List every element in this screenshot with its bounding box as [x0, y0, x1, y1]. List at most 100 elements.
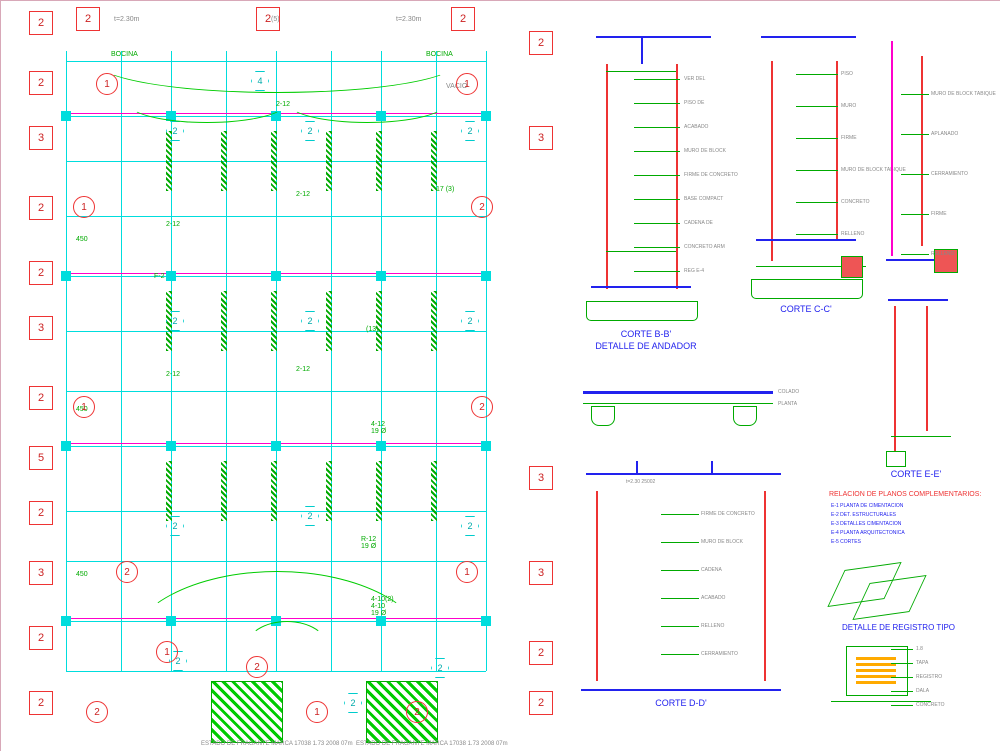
dim-top-r: t=2.30m [396, 16, 422, 23]
detail-note: MURO [841, 103, 856, 110]
leader-line [796, 170, 838, 171]
dim-label: 450 [76, 571, 88, 578]
leader-line [796, 74, 838, 75]
hex-callout: 2 [461, 121, 479, 141]
circle-callout: 1 [156, 641, 178, 663]
hex-callout: 2 [461, 516, 479, 536]
circle-callout: 1 [456, 561, 478, 583]
callout-box: 2 [256, 7, 280, 31]
detail-note: MURO DE BLOCK [684, 148, 726, 155]
leader-line [891, 677, 913, 678]
leader-line [661, 570, 699, 571]
dd-dim: t=2.30 25002 [626, 479, 655, 486]
detail-note: CONCRETO [916, 702, 945, 709]
detail-note: PISO DE [684, 100, 704, 107]
circle-callout: 2 [86, 701, 108, 723]
plan-view: t=2.30m (5) t=2.30m BOCINA BOCINA VACIO … [66, 21, 486, 721]
relacion-item: E-1 PLANTA DE CIMENTACION [831, 503, 903, 510]
detail-registro: DETALLE DE REGISTRO TIPO 1.8TAPAREGISTRO… [806, 561, 991, 736]
circle-callout: 1 [73, 196, 95, 218]
detail-note: TAPA [916, 660, 928, 667]
ftg-note-r: ESTADO DE FRAGANTE MARCA 17038 1.73 2008… [356, 741, 508, 749]
column [271, 441, 281, 451]
wall [326, 291, 332, 351]
column [376, 271, 386, 281]
callout-box: 2 [29, 501, 53, 525]
detail-note: ACABADO [684, 124, 708, 131]
hex-callout: 2 [301, 311, 319, 331]
circle-callout: 1 [73, 396, 95, 418]
wall [221, 291, 227, 351]
detail-note: CERRAMIENTO [701, 651, 738, 658]
column [61, 271, 71, 281]
relacion-item: E-2 DET. ESTRUCTURALES [831, 512, 896, 519]
relacion-planos: RELACION DE PLANOS COMPLEMENTARIOS: E-1 … [829, 491, 994, 561]
detail-note: APLANADO [931, 131, 958, 138]
leader-line [891, 663, 913, 664]
circle-callout: 2 [406, 701, 428, 723]
title-cc: CORTE C-C' [741, 304, 871, 314]
detail-note: ACABADO [701, 595, 725, 602]
title-dd: CORTE D-D' [566, 698, 796, 708]
callout-box: 3 [529, 126, 553, 150]
column [61, 441, 71, 451]
column [166, 271, 176, 281]
detail-note: CADENA [701, 567, 722, 574]
hex-callout: 2 [301, 121, 319, 141]
dim-label: F-2 [154, 273, 165, 280]
detail-note: RELLENO [931, 251, 954, 258]
callout-box: 3 [529, 466, 553, 490]
callout-box: 3 [29, 561, 53, 585]
rebar-label: 4-10(2) 4-10 19 Ø [371, 596, 394, 617]
wall [271, 131, 277, 191]
callout-box: 2 [29, 626, 53, 650]
title-bb2: DETALLE DE ANDADOR [566, 341, 726, 351]
leader-line [901, 254, 929, 255]
leader-line [891, 649, 913, 650]
leader-line [891, 691, 913, 692]
callout-box: 2 [529, 641, 553, 665]
detail-note: BASE COMPACT [684, 196, 723, 203]
and-n2: PLANTA [778, 401, 797, 408]
wall [271, 461, 277, 521]
detail-note: FIRME [931, 211, 947, 218]
leader-line [634, 223, 680, 224]
rebar-label: (13) [366, 326, 378, 333]
ftg-note-l: ESTADO DE FRAGANTE MARCA 17038 1.73 2008… [201, 741, 353, 749]
column [166, 441, 176, 451]
callout-box: 2 [29, 261, 53, 285]
reg-title: DETALLE DE REGISTRO TIPO [806, 623, 991, 632]
leader-line [634, 151, 680, 152]
detail-andador: COLADO PLANTA [573, 371, 793, 451]
leader-line [634, 103, 680, 104]
title-ee: CORTE E-E' [856, 469, 976, 479]
wall [326, 461, 332, 521]
detail-note: REG E-4 [684, 268, 704, 275]
leader-line [634, 175, 680, 176]
wall [326, 131, 332, 191]
wall [431, 131, 437, 191]
wall [376, 461, 382, 521]
leader-line [891, 705, 913, 706]
callout-box: 2 [29, 691, 53, 715]
relacion-item: E-3 DETALLES CIMENTACION [831, 521, 901, 528]
callout-box: 2 [29, 386, 53, 410]
leader-line [901, 94, 929, 95]
and-n1: COLADO [778, 389, 799, 396]
detail-corte-ee: MURO DE BLOCK TABIQUEAPLANADOCERRAMIENTO… [876, 31, 986, 481]
gridline-v [66, 51, 67, 671]
leader-line [634, 79, 680, 80]
leader-line [796, 234, 838, 235]
column [271, 271, 281, 281]
wall [431, 291, 437, 351]
wall [431, 461, 437, 521]
rebar-label: 17 (3) [436, 186, 454, 193]
callout-box: 2 [529, 691, 553, 715]
callout-box: 2 [76, 7, 100, 31]
leader-line [634, 127, 680, 128]
rebar-label: R-12 19 Ø [361, 536, 376, 550]
column [61, 111, 71, 121]
leader-line [661, 654, 699, 655]
circle-callout: 2 [471, 196, 493, 218]
hex-callout: 2 [301, 506, 319, 526]
